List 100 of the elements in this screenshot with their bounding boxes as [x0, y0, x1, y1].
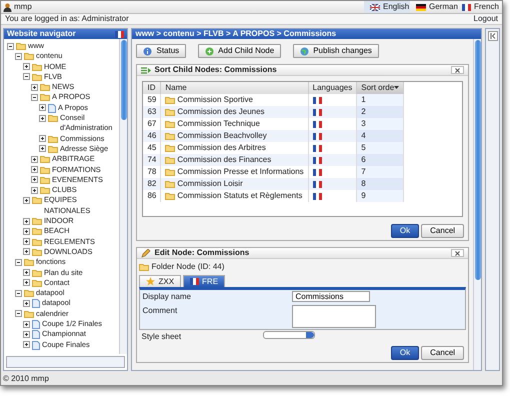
flag-icon	[312, 144, 322, 152]
footer-text: © 2010 mmp	[2, 372, 50, 385]
table-cell: Commission Loisir	[177, 178, 243, 190]
scrollbar[interactable]	[473, 39, 482, 370]
column-header[interactable]: Sort orde	[356, 82, 404, 94]
folder-icon	[165, 96, 176, 104]
table-cell: Commission Presse et Informations	[177, 166, 304, 178]
table-cell: 3	[361, 119, 366, 128]
flag-icon	[370, 4, 380, 10]
close-icon	[455, 68, 460, 72]
folder-icon	[24, 310, 34, 318]
column-header[interactable]: Languages	[308, 82, 357, 94]
collapse-button[interactable]	[488, 31, 498, 41]
flag-icon	[190, 278, 200, 285]
collapse-icon	[490, 33, 496, 39]
table-cell: 6	[361, 155, 366, 164]
globe-icon	[300, 46, 310, 56]
folder-icon	[165, 132, 176, 140]
field-label: Comment	[142, 305, 178, 317]
table-cell: 78	[147, 167, 156, 176]
sort-caret-icon	[394, 86, 400, 90]
user-icon	[3, 2, 12, 12]
close-icon	[455, 250, 460, 256]
table-cell: Commission des Finances	[177, 154, 272, 166]
flag-icon	[312, 120, 322, 128]
search-field[interactable]	[6, 356, 126, 368]
flag-icon	[312, 168, 322, 176]
table-cell: 45	[147, 143, 156, 152]
table-cell: Commission des Arbitres	[177, 142, 266, 154]
folder-icon	[165, 180, 176, 188]
close-button[interactable]	[451, 249, 464, 257]
close-button[interactable]	[451, 66, 464, 74]
select-field[interactable]	[263, 331, 316, 339]
table-cell: 74	[147, 155, 156, 164]
folder-icon	[48, 114, 58, 122]
language-tab[interactable]: ZXX	[139, 275, 182, 287]
flag-icon	[312, 96, 322, 104]
ok-button[interactable]: Ok	[390, 224, 420, 238]
column-header[interactable]: Name	[160, 82, 308, 94]
table-cell: 2	[361, 107, 366, 116]
flag-icon	[462, 4, 471, 10]
language-tab[interactable]: English	[364, 1, 410, 13]
folder-icon	[165, 192, 176, 200]
node-info: Folder Node (ID: 44)	[151, 261, 224, 273]
cancel-button[interactable]: Cancel	[421, 224, 464, 238]
table-cell: Commission Technique	[177, 118, 260, 130]
panel-title: Sort Child Nodes: Commissions	[154, 64, 277, 76]
table-cell: 63	[147, 107, 156, 116]
language-tab[interactable]: FRE	[183, 275, 226, 287]
page-icon	[48, 104, 56, 113]
column-header[interactable]: ID	[143, 82, 161, 94]
field-label: Display name	[142, 291, 192, 303]
table-cell: 7	[361, 167, 366, 176]
folder-icon	[165, 108, 176, 116]
page-icon	[32, 299, 40, 308]
toolbar-button[interactable]: Add Child Node	[198, 44, 282, 58]
flag-icon	[312, 108, 322, 116]
cancel-button[interactable]: Cancel	[421, 346, 464, 360]
plus-icon	[205, 46, 214, 56]
table-cell: 86	[147, 191, 156, 200]
comment-field[interactable]	[292, 305, 376, 328]
ok-button[interactable]: Ok	[390, 346, 420, 360]
scrollbar[interactable]	[119, 39, 128, 354]
flag-icon	[115, 30, 124, 38]
table-cell: Commission Beachvolley	[177, 130, 267, 142]
folder-icon	[165, 156, 176, 164]
star-icon	[146, 277, 156, 286]
language-tab[interactable]: French	[456, 1, 502, 13]
toolbar-button[interactable]: Status	[136, 44, 186, 58]
table-cell: 46	[147, 131, 156, 140]
folder-icon	[165, 168, 176, 176]
table-cell: Commission Statuts et Règlements	[177, 190, 302, 202]
sort-icon	[141, 66, 152, 74]
flag-icon	[312, 156, 322, 164]
table-cell: Commission des Jeunes	[177, 106, 265, 118]
flag-icon	[416, 4, 426, 10]
text-field[interactable]: Commissions	[292, 291, 370, 302]
table-cell: 82	[147, 179, 156, 188]
table-cell: 5	[361, 143, 366, 152]
breadcrumb: www > contenu > FLVB > A PROPOS > Commissions	[135, 28, 336, 40]
table-cell: 9	[361, 191, 366, 200]
flag-icon	[312, 132, 322, 140]
table-cell: 1	[361, 95, 366, 104]
table-cell: Commission Sportive	[177, 94, 253, 106]
field-label: Style sheet	[141, 331, 182, 343]
login-status: You are logged in as: Administrator	[5, 13, 129, 25]
table-cell: 4	[361, 131, 366, 140]
flag-icon	[312, 192, 322, 200]
table-cell: 67	[147, 119, 156, 128]
folder-icon	[165, 120, 176, 128]
table-cell: 59	[147, 95, 156, 104]
panel-title: Website navigator	[7, 28, 76, 40]
language-tab[interactable]: German	[410, 1, 456, 13]
folder-icon	[139, 263, 150, 271]
logout-link[interactable]: Logout	[474, 13, 498, 25]
table-cell: 8	[361, 179, 366, 188]
toolbar-button[interactable]: Publish changes	[293, 44, 379, 58]
panel-title: Edit Node: Commissions	[154, 247, 250, 259]
info-icon	[143, 46, 152, 56]
folder-icon	[165, 144, 176, 152]
